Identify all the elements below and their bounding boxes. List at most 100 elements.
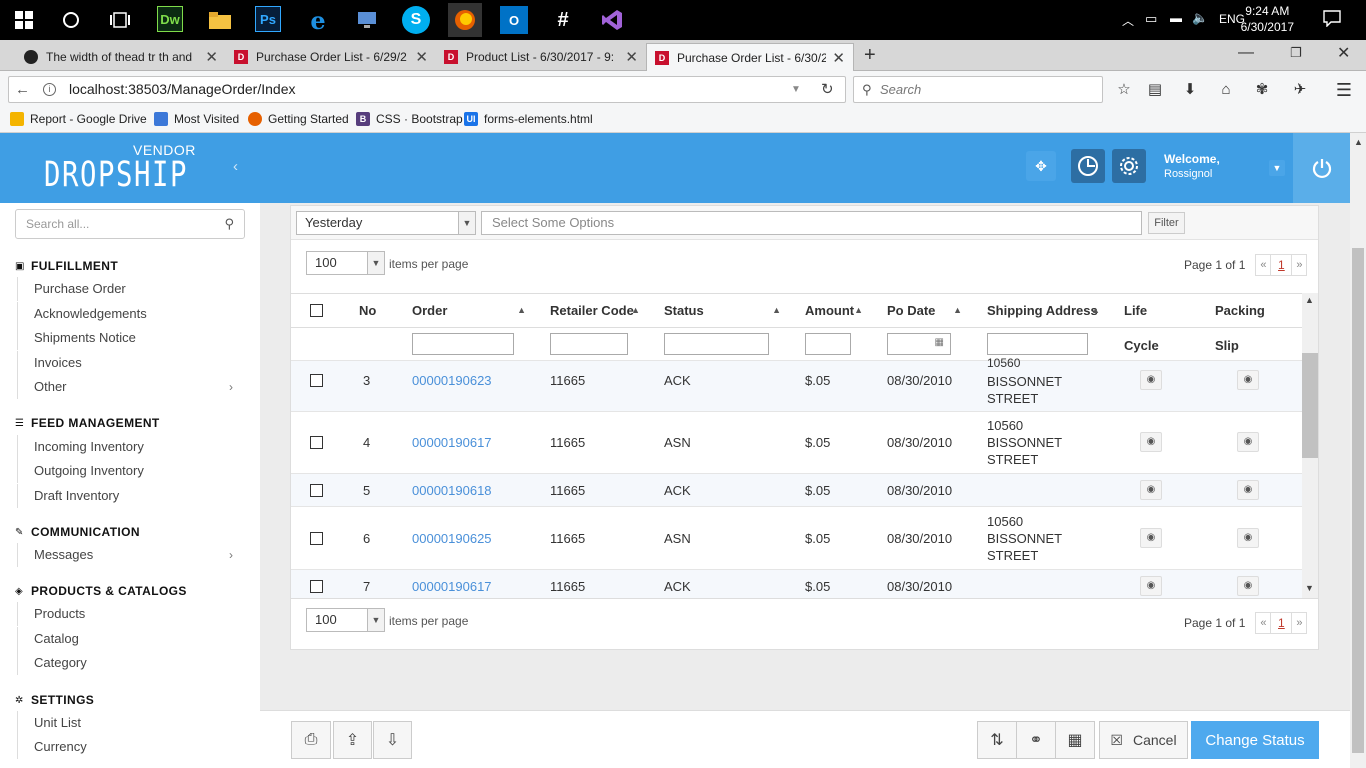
file-explorer-icon[interactable]: [206, 6, 234, 34]
packing-slip-eye-icon[interactable]: ◉: [1237, 528, 1259, 548]
change-status-button[interactable]: Change Status: [1191, 721, 1319, 759]
row-checkbox[interactable]: [310, 580, 323, 593]
web-search-field[interactable]: ⚲ Search: [853, 76, 1103, 103]
sidebar-item-acknowledgements[interactable]: Acknowledgements: [17, 302, 245, 326]
sidebar-item-category[interactable]: Category: [17, 651, 245, 675]
show-hidden-icons-icon[interactable]: ︿: [1122, 12, 1134, 29]
outlook-icon[interactable]: O: [500, 6, 528, 34]
per-page-select-bottom[interactable]: 100 ▼: [306, 608, 385, 632]
close-tab-icon[interactable]: ✕: [415, 48, 428, 66]
options-multiselect[interactable]: Select Some Options: [481, 211, 1142, 235]
sort-icon[interactable]: ▲: [631, 293, 640, 328]
filter-button[interactable]: Filter: [1148, 212, 1185, 234]
remote-desktop-icon[interactable]: [353, 6, 381, 34]
print-button[interactable]: ⎙: [291, 721, 331, 759]
slack-icon[interactable]: #: [549, 6, 577, 34]
url-dropdown-icon[interactable]: ▼: [791, 77, 801, 102]
next-page-button[interactable]: »: [1291, 254, 1308, 276]
sidebar-item-currency[interactable]: Currency: [17, 735, 245, 759]
network-icon[interactable]: ▭: [1145, 11, 1157, 27]
per-page-select-top[interactable]: 100 ▼: [306, 251, 385, 275]
close-tab-icon[interactable]: ✕: [205, 48, 218, 66]
sort-icon[interactable]: ▲: [854, 293, 863, 328]
sidebar-item-incoming-inventory[interactable]: Incoming Inventory: [17, 435, 245, 459]
reading-list-icon[interactable]: ▤: [1145, 80, 1165, 100]
close-window-button[interactable]: ✕: [1337, 43, 1350, 63]
scroll-down-icon[interactable]: ▼: [1305, 583, 1314, 593]
col-header-amount[interactable]: Amount ▲: [805, 293, 863, 328]
task-view-icon[interactable]: [106, 6, 134, 34]
skype-icon[interactable]: S: [402, 6, 430, 34]
user-name[interactable]: Rossignol: [1164, 168, 1212, 180]
cortana-icon[interactable]: [57, 6, 85, 34]
sidebar-item-draft-inventory[interactable]: Draft Inventory: [17, 484, 245, 508]
sidebar-item-other[interactable]: Other ›: [17, 375, 245, 399]
row-checkbox[interactable]: [310, 436, 323, 449]
prev-page-button[interactable]: «: [1255, 254, 1272, 276]
order-filter-input[interactable]: [412, 333, 514, 355]
packing-slip-eye-icon[interactable]: ◉: [1237, 576, 1259, 596]
status-filter-input[interactable]: [664, 333, 769, 355]
order-link[interactable]: 00000190617: [412, 579, 492, 594]
po-date-filter-input[interactable]: ▦: [887, 333, 951, 355]
row-checkbox[interactable]: [310, 484, 323, 497]
minimize-window-button[interactable]: —: [1238, 44, 1254, 62]
scroll-up-icon[interactable]: ▲: [1305, 295, 1314, 305]
order-link[interactable]: 00000190617: [412, 435, 492, 450]
collapse-sidebar-icon[interactable]: ‹: [233, 158, 238, 175]
page-scrollbar[interactable]: ▲: [1350, 133, 1366, 768]
new-tab-button[interactable]: +: [864, 44, 876, 67]
table-row[interactable]: 4 00000190617 11665 ASN $.05 08/30/2010 …: [291, 411, 1302, 473]
amount-filter-input[interactable]: [805, 333, 851, 355]
photoshop-icon[interactable]: Ps: [255, 6, 281, 32]
col-header-shipping-address[interactable]: Shipping Address ▲: [987, 293, 1100, 328]
retailer-code-filter-input[interactable]: [550, 333, 628, 355]
close-tab-icon[interactable]: ✕: [625, 48, 638, 66]
table-row[interactable]: 7 00000190617 11665 ACK $.05 08/30/2010 …: [291, 569, 1302, 598]
search-icon[interactable]: ⚲: [224, 210, 234, 238]
row-checkbox[interactable]: [310, 374, 323, 387]
browser-tab[interactable]: The width of thead tr th and ✕: [16, 43, 226, 71]
bookmark-most-visited[interactable]: Most Visited: [154, 112, 239, 126]
calculator-button[interactable]: ▦: [1055, 721, 1095, 759]
calendar-icon[interactable]: ▦: [935, 337, 944, 348]
prev-page-button[interactable]: «: [1255, 612, 1272, 634]
sidebar-item-purchase-order[interactable]: Purchase Order: [17, 277, 245, 301]
visual-studio-icon[interactable]: [598, 6, 626, 34]
sidebar-search-input[interactable]: Search all... ⚲: [15, 209, 245, 239]
downloads-icon[interactable]: ⬇: [1180, 80, 1200, 100]
import-button[interactable]: ⇩: [373, 721, 412, 759]
fullscreen-icon[interactable]: ✥: [1026, 151, 1056, 181]
user-menu-chevron-icon[interactable]: ▼: [1269, 160, 1285, 176]
export-button[interactable]: ⇪: [333, 721, 372, 759]
sort-icon[interactable]: ▲: [953, 293, 962, 328]
date-range-select[interactable]: Yesterday ▼: [296, 211, 476, 235]
browser-tab[interactable]: D Purchase Order List - 6/29/2 ✕: [226, 43, 436, 71]
cancel-button[interactable]: ☒ Cancel: [1099, 721, 1188, 759]
life-cycle-eye-icon[interactable]: ◉: [1140, 480, 1162, 500]
life-cycle-eye-icon[interactable]: ◉: [1140, 576, 1162, 596]
scroll-up-icon[interactable]: ▲: [1354, 137, 1363, 147]
order-link[interactable]: 00000190623: [412, 373, 492, 388]
volume-icon[interactable]: 🔈: [1192, 10, 1208, 26]
page-number-button[interactable]: 1: [1271, 612, 1292, 634]
life-cycle-eye-icon[interactable]: ◉: [1140, 432, 1162, 452]
dashboard-chart-icon[interactable]: [1071, 149, 1105, 183]
bookmark-forms-elements[interactable]: UI forms-elements.html: [464, 112, 593, 126]
col-header-retailer-code[interactable]: Retailer Code ▲: [550, 293, 640, 328]
bookmark-bootstrap[interactable]: B CSS · Bootstrap: [356, 112, 463, 126]
close-tab-icon[interactable]: ✕: [832, 49, 845, 67]
notifications-icon[interactable]: [1323, 9, 1341, 30]
browser-tab-active[interactable]: D Purchase Order List - 6/30/2 ✕: [646, 43, 854, 71]
page-number-button[interactable]: 1: [1271, 254, 1292, 276]
dreamweaver-icon[interactable]: Dw: [157, 6, 183, 32]
extension-2-icon[interactable]: ✈: [1290, 80, 1310, 100]
sort-icon[interactable]: ▲: [1091, 293, 1100, 328]
browser-tab[interactable]: D Product List - 6/30/2017 - 9: ✕: [436, 43, 646, 71]
packing-slip-eye-icon[interactable]: ◉: [1237, 480, 1259, 500]
bookmark-getting-started[interactable]: Getting Started: [248, 112, 349, 126]
scroll-thumb[interactable]: [1302, 353, 1318, 458]
url-bar[interactable]: ← i localhost:38503/ManageOrder/Index ▼ …: [8, 76, 846, 103]
home-icon[interactable]: ⌂: [1216, 80, 1236, 100]
order-link[interactable]: 00000190618: [412, 483, 492, 498]
